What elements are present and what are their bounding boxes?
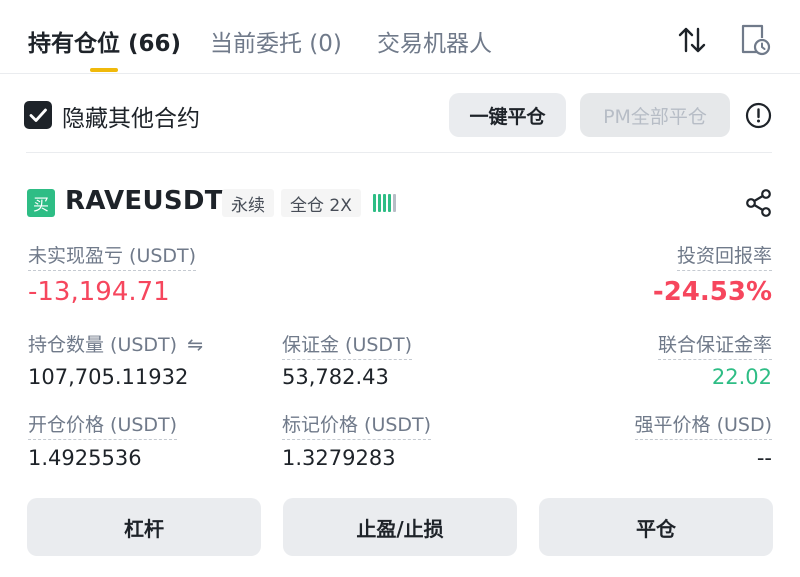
margin-label[interactable]: 保证金 (USDT) <box>282 330 413 360</box>
share-icon[interactable] <box>745 188 773 218</box>
adl-bar <box>373 194 376 212</box>
buy-side-badge: 买 <box>27 189 55 217</box>
hide-other-contracts-label[interactable]: 隐藏其他合约 <box>62 99 200 133</box>
hide-other-contracts-checkbox[interactable] <box>24 101 52 129</box>
position-size-label: 持仓数量 (USDT) ⇋ <box>28 330 203 359</box>
leverage-button[interactable]: 杠杆 <box>27 498 261 556</box>
swap-icon[interactable]: ⇋ <box>187 334 203 356</box>
tp-sl-button[interactable]: 止盈/止损 <box>283 498 517 556</box>
margin-ratio-value: 22.02 <box>711 365 772 389</box>
liq-price-label[interactable]: 强平价格 (USD) <box>634 410 772 440</box>
adl-bar <box>383 194 386 212</box>
adl-bar <box>388 194 391 212</box>
margin-value: 53,782.43 <box>282 365 389 389</box>
pm-close-all-button[interactable]: PM全部平仓 <box>580 93 730 137</box>
document-clock-icon[interactable] <box>738 22 772 58</box>
tab-open-orders[interactable]: 当前委托 (0) <box>210 24 342 58</box>
contract-type-tag: 永续 <box>222 189 274 217</box>
adl-bar <box>393 194 396 212</box>
mark-price-value: 1.3279283 <box>282 446 396 470</box>
tab-bar: 持有仓位 (66) 当前委托 (0) 交易机器人 <box>0 0 800 74</box>
entry-price-value: 1.4925536 <box>28 446 142 470</box>
adl-indicator <box>373 194 396 212</box>
position-size-value: 107,705.11932 <box>28 365 189 389</box>
adl-bar <box>378 194 381 212</box>
close-position-button[interactable]: 平仓 <box>539 498 773 556</box>
mark-price-label[interactable]: 标记价格 (USDT) <box>282 410 432 440</box>
active-tab-indicator <box>90 68 118 72</box>
tab-positions[interactable]: 持有仓位 (66) <box>28 24 181 58</box>
tab-trading-bots[interactable]: 交易机器人 <box>377 24 492 58</box>
unrealized-pnl-label[interactable]: 未实现盈亏 (USDT) <box>28 241 197 271</box>
liq-price-value: -- <box>756 446 772 470</box>
divider <box>26 152 772 153</box>
position-symbol[interactable]: RAVEUSDT <box>65 186 223 216</box>
close-all-button[interactable]: 一键平仓 <box>449 93 566 137</box>
position-size-label-text: 持仓数量 (USDT) <box>28 334 178 356</box>
roi-value: -24.53% <box>652 277 772 307</box>
margin-mode-tag[interactable]: 全仓 2X <box>281 189 361 217</box>
unrealized-pnl-value: -13,194.71 <box>28 277 170 307</box>
info-icon[interactable] <box>745 102 772 129</box>
entry-price-label[interactable]: 开仓价格 (USDT) <box>28 410 178 440</box>
roi-label[interactable]: 投资回报率 <box>676 241 772 271</box>
margin-ratio-label[interactable]: 联合保证金率 <box>657 330 772 360</box>
sort-arrows-icon[interactable] <box>676 24 708 56</box>
check-icon <box>29 108 47 122</box>
